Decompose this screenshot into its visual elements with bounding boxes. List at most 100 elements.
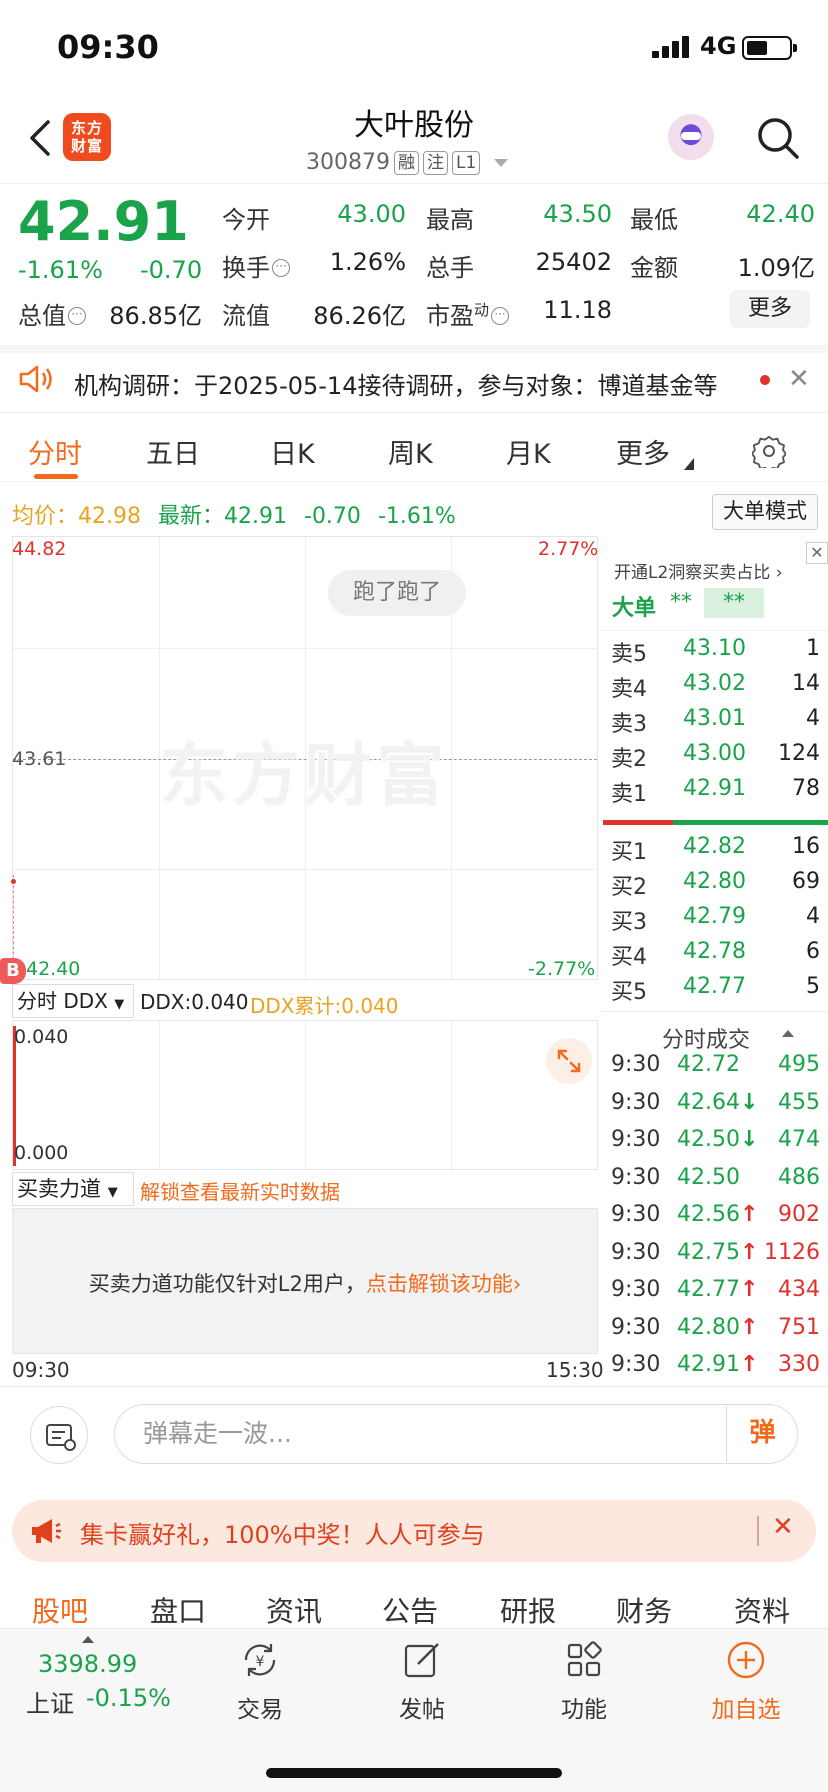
danmaku-list-icon[interactable] <box>30 1406 88 1464</box>
index-change[interactable]: -0.15% <box>86 1684 171 1712</box>
bid-row[interactable]: 买1 42.82 16 <box>601 834 828 870</box>
y-axis-top-label: 44.82 <box>12 538 67 560</box>
bid-row[interactable]: 买3 42.79 4 <box>601 904 828 940</box>
trade-price-value: 42.50 <box>677 1164 740 1190</box>
bid-row[interactable]: 买5 42.77 5 <box>601 974 828 1010</box>
trade-row[interactable]: 9:30 42.72 495 <box>601 1052 828 1089</box>
close-icon[interactable]: ✕ <box>772 1512 794 1542</box>
ask-row[interactable]: 卖3 43.01 4 <box>601 706 828 742</box>
close-icon[interactable]: ✕ <box>806 542 828 564</box>
trade-row[interactable]: 9:30 42.56↑ 902 <box>601 1202 828 1239</box>
tab-forum[interactable]: 股吧 <box>32 1590 88 1630</box>
trade-row[interactable]: 9:30 42.80↑ 751 <box>601 1315 828 1352</box>
tab-news[interactable]: 资讯 <box>266 1590 322 1630</box>
bid-row[interactable]: 买2 42.80 69 <box>601 869 828 905</box>
turnover-label[interactable]: 换手 ··· <box>222 248 290 283</box>
dropdown-triangle-icon[interactable] <box>494 158 509 167</box>
change-amount: -0.70 <box>140 256 203 284</box>
nav-functions[interactable]: 功能 <box>534 1640 634 1724</box>
trade-row[interactable]: 9:30 42.75↑ 1126 <box>601 1240 828 1277</box>
trade-price: 42.50 <box>677 1165 740 1190</box>
tab-five-day[interactable]: 五日 <box>146 432 200 471</box>
trade-price: 42.72 <box>677 1052 740 1077</box>
bid-row[interactable]: 买4 42.78 6 <box>601 939 828 975</box>
ddx-select-label: 分时 DDX <box>17 989 108 1013</box>
tab-more[interactable]: 更多 <box>616 432 670 471</box>
trade-direction-icon: ↑ <box>739 1277 759 1302</box>
danmaku-send-button[interactable]: 弹 <box>726 1404 798 1464</box>
trade-row[interactable]: 9:30 42.91↑ 330 <box>601 1352 828 1389</box>
search-icon[interactable] <box>756 116 800 160</box>
trade-volume: 486 <box>778 1164 820 1190</box>
ask-label: 卖1 <box>611 782 647 807</box>
nav-post[interactable]: 发帖 <box>372 1640 472 1724</box>
trade-row[interactable]: 9:30 42.64↓ 455 <box>601 1090 828 1127</box>
index-value[interactable]: 3398.99 <box>38 1650 137 1678</box>
ask-price: 43.10 <box>683 636 746 661</box>
more-quote-button[interactable]: 更多 <box>730 290 810 328</box>
buy-marker[interactable]: B <box>0 958 26 984</box>
ddx-indicator-select[interactable]: 分时 DDX ▼ <box>12 984 134 1018</box>
expand-up-icon[interactable] <box>82 1636 94 1643</box>
tab-orderbook[interactable]: 盘口 <box>150 1590 206 1630</box>
market-cap-label[interactable]: 总值 ··· <box>18 296 86 331</box>
gear-icon[interactable] <box>752 434 786 468</box>
ask-row[interactable]: 卖1 42.91 78 <box>601 776 828 812</box>
l2-upgrade-link[interactable]: 开通L2洞察买卖占比 › <box>614 558 783 583</box>
ask-row[interactable]: 卖5 43.10 1 <box>601 636 828 672</box>
tab-financials[interactable]: 财务 <box>616 1590 672 1630</box>
chevron-right-icon: › <box>775 563 783 583</box>
ask-row[interactable]: 卖2 43.00 124 <box>601 741 828 777</box>
pct-axis-bottom-label: -2.77% <box>528 958 596 980</box>
expand-icon[interactable] <box>546 1038 592 1084</box>
trade-time: 9:30 <box>611 1202 661 1227</box>
tab-research[interactable]: 研报 <box>500 1590 556 1630</box>
chevron-down-icon: ▼ <box>107 1185 118 1200</box>
svg-text:¥: ¥ <box>256 1654 265 1670</box>
danmaku-bubble[interactable]: 跑了跑了 <box>328 570 466 616</box>
stock-code-row[interactable]: 300879 融 注 L1 <box>306 150 509 175</box>
force-locked-message: 买卖力道功能仅针对L2用户，点击解锁该功能› <box>12 1268 598 1298</box>
divider <box>601 1011 828 1012</box>
trade-price-value: 42.50 <box>677 1127 740 1152</box>
stock-code: 300879 <box>306 150 390 175</box>
pe-label-text: 市盈 <box>426 302 474 330</box>
index-name[interactable]: 上证 <box>26 1684 74 1719</box>
big-order-mode-button[interactable]: 大单模式 <box>712 494 818 530</box>
ai-assistant-icon[interactable] <box>668 114 714 160</box>
ddx-chart[interactable] <box>12 1020 598 1170</box>
trades-title[interactable]: 分时成交 <box>601 1022 811 1054</box>
trade-price-value: 42.72 <box>677 1052 740 1077</box>
promo-text[interactable]: 集卡赢好礼，100%中奖！人人可参与 <box>80 1515 485 1550</box>
nav-trade[interactable]: ¥ 交易 <box>210 1640 310 1724</box>
trade-row[interactable]: 9:30 42.50 486 <box>601 1165 828 1202</box>
trade-row[interactable]: 9:30 42.77↑ 434 <box>601 1277 828 1314</box>
danmaku-input[interactable]: 弹幕走一波... <box>114 1404 798 1464</box>
tab-daily-k[interactable]: 日K <box>270 432 315 471</box>
unlock-realtime-link[interactable]: 解锁查看最新实时数据 <box>140 1176 340 1205</box>
tab-weekly-k[interactable]: 周K <box>388 432 433 471</box>
chevron-down-icon: ▼ <box>114 997 125 1012</box>
notice-text[interactable]: 机构调研：于2025-05-14接待调研，参与对象：博道基金等 <box>74 366 734 401</box>
tab-profile[interactable]: 资料 <box>734 1590 790 1630</box>
ask-label: 卖2 <box>611 747 647 772</box>
force-indicator-select[interactable]: 买卖力道 ▼ <box>12 1172 134 1206</box>
trade-row[interactable]: 9:30 42.50↓ 474 <box>601 1127 828 1164</box>
bid-label: 买2 <box>611 875 647 900</box>
sort-up-icon[interactable] <box>782 1030 794 1037</box>
info-icon[interactable]: ··· <box>68 307 86 325</box>
pe-label[interactable]: 市盈动 ··· <box>426 296 510 331</box>
info-icon[interactable]: ··· <box>272 259 290 277</box>
tab-intraday[interactable]: 分时 <box>28 432 82 471</box>
price-info-line: 均价：42.98 最新：42.91 -0.70 -1.61% <box>12 498 456 530</box>
tab-monthly-k[interactable]: 月K <box>506 432 551 471</box>
trade-price-value: 42.77 <box>677 1277 740 1302</box>
nav-add-watchlist[interactable]: 加自选 <box>696 1640 796 1724</box>
tab-announcements[interactable]: 公告 <box>382 1590 438 1630</box>
grid-line <box>13 868 597 870</box>
big-order-value-masked: ** <box>704 588 764 618</box>
ask-row[interactable]: 卖4 43.02 14 <box>601 671 828 707</box>
close-icon[interactable]: ✕ <box>788 364 810 394</box>
unlock-feature-link[interactable]: 点击解锁该功能 <box>366 1272 513 1296</box>
tag-registration: 注 <box>422 150 448 175</box>
